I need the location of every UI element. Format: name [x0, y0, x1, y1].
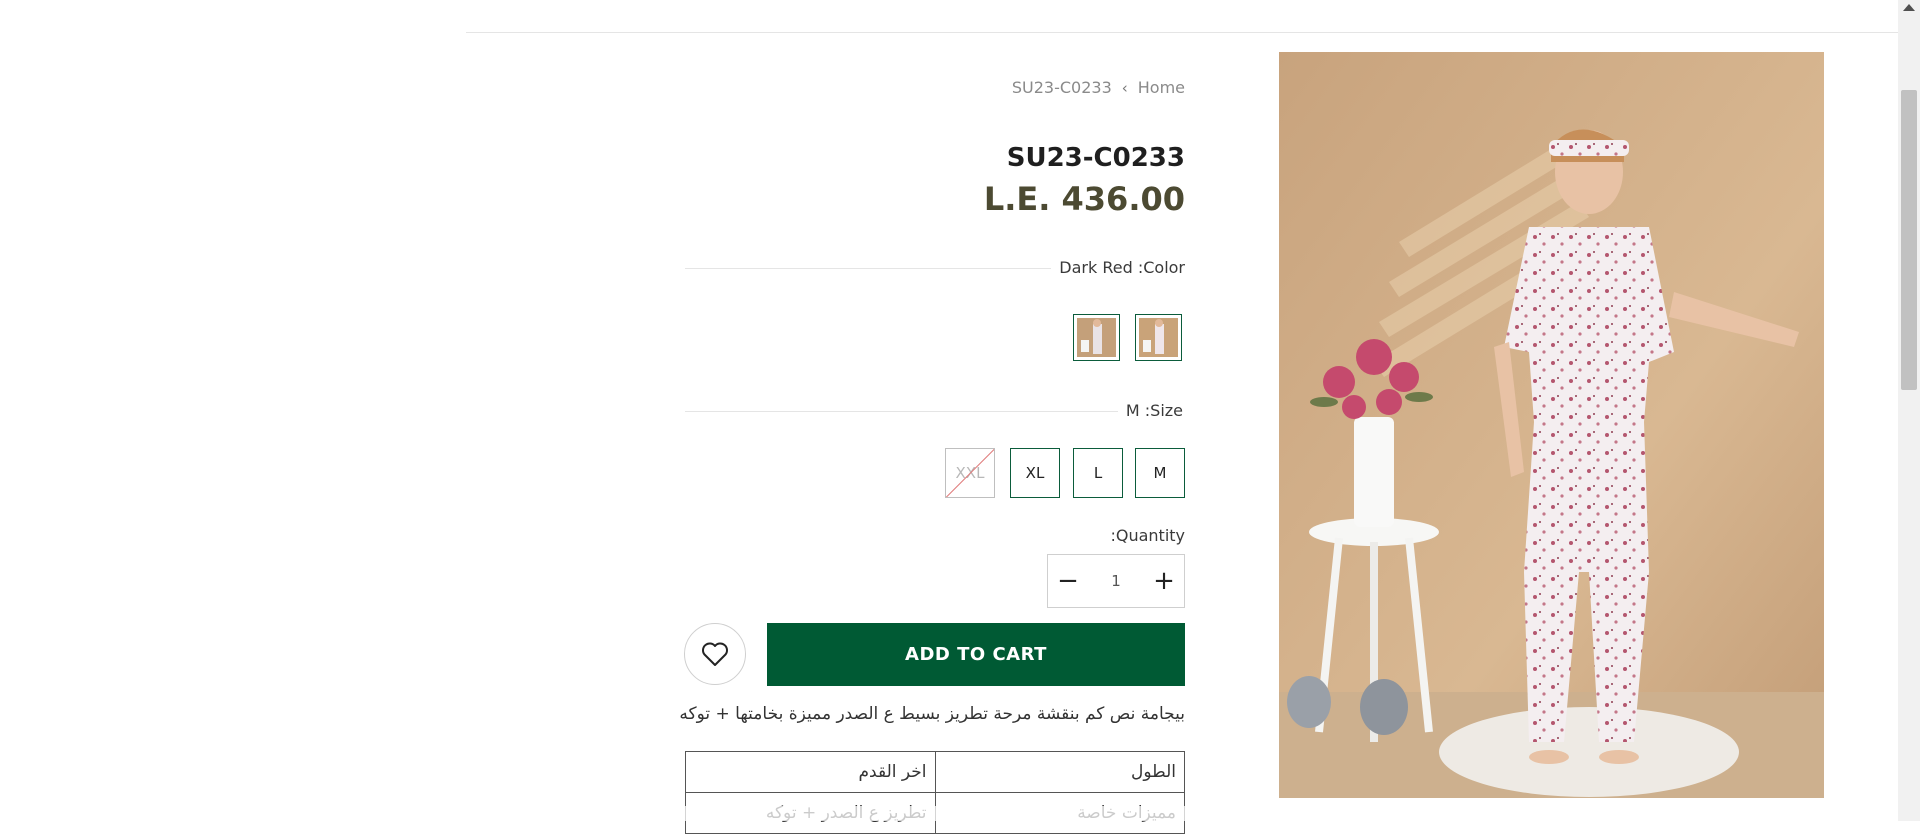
size-option-label: L — [1093, 464, 1103, 482]
swatch-1-icon — [1139, 318, 1178, 357]
color-swatch-2[interactable] — [1073, 314, 1120, 361]
scroll-up-arrow-icon[interactable] — [1903, 4, 1915, 11]
size-option-l[interactable]: L — [1073, 448, 1123, 498]
scroll-thumb[interactable] — [1901, 90, 1917, 390]
size-divider — [685, 411, 1125, 412]
minus-icon[interactable]: − — [1048, 555, 1088, 607]
color-divider — [685, 268, 1075, 269]
size-option-xl[interactable]: XL — [1010, 448, 1060, 498]
size-option-label: XXL — [955, 464, 985, 482]
bottom-fade — [0, 806, 1898, 821]
swatch-2-icon — [1077, 318, 1116, 357]
quantity-input[interactable]: 1 — [1091, 572, 1141, 590]
table-cell: الطول — [934, 751, 1185, 793]
product-title: SU23-C0233 — [1006, 143, 1185, 173]
color-swatch-1[interactable] — [1135, 314, 1182, 361]
spec-table: الطول اخر القدم مميزات خاصة تطريز ع الصد… — [685, 751, 1185, 834]
size-option-label: M — [1153, 464, 1167, 482]
chevron-left-icon: ‹ — [1121, 78, 1128, 97]
heart-icon — [702, 642, 728, 666]
wishlist-button[interactable] — [684, 623, 746, 685]
size-option-label: XL — [1025, 464, 1045, 482]
table-row: الطول اخر القدم — [685, 751, 1185, 793]
quantity-label: :Quantity — [1110, 526, 1185, 545]
breadcrumb: SU23-C0233 ‹ Home — [1012, 78, 1185, 97]
product-price: L.E. 436.00 — [983, 180, 1185, 218]
header-divider — [466, 32, 1898, 33]
size-option-xxl[interactable]: XXL — [945, 448, 995, 498]
product-main-image[interactable] — [1279, 52, 1824, 798]
plus-icon[interactable]: + — [1144, 555, 1184, 607]
table-cell: اخر القدم — [685, 751, 936, 793]
breadcrumb-home-link[interactable]: Home — [1138, 78, 1185, 97]
color-label: Dark Red :Color — [1051, 258, 1185, 277]
add-to-cart-button[interactable]: ADD TO CART — [767, 623, 1185, 686]
quantity-stepper: − 1 + — [1047, 554, 1185, 608]
product-description: بيجامة نص كم بنقشة مرحة تطريز بسيط ع الص… — [679, 704, 1185, 724]
breadcrumb-current: SU23-C0233 — [1011, 78, 1112, 97]
size-label: M :Size — [1117, 401, 1183, 420]
size-option-m[interactable]: M — [1135, 448, 1185, 498]
